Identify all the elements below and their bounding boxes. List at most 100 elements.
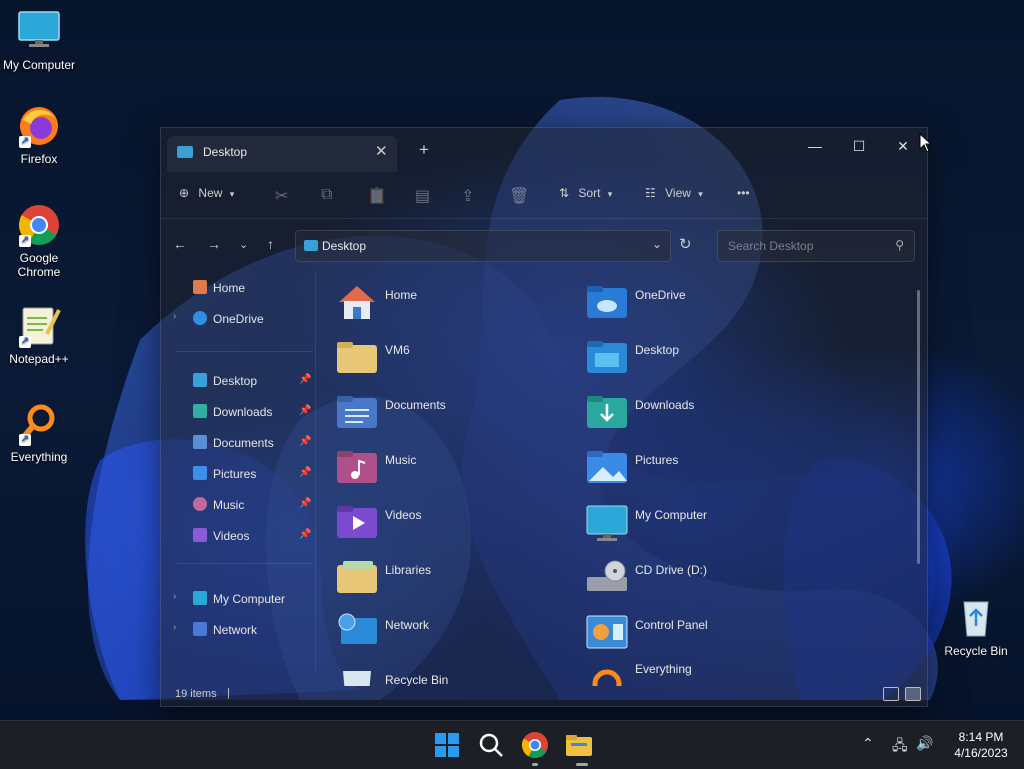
forward-button[interactable]: → xyxy=(207,236,221,252)
running-indicator xyxy=(576,763,588,766)
clock[interactable]: 8:14 PM 4/16/2023 xyxy=(946,729,1016,761)
nav-item-label: Documents xyxy=(213,436,274,450)
new-tab-button[interactable]: + xyxy=(419,140,429,160)
nav-item-network[interactable]: › Network xyxy=(161,617,315,643)
list-item[interactable]: Everything xyxy=(579,656,819,686)
copy-icon[interactable]: ⧉ xyxy=(321,186,337,203)
details-view-button[interactable] xyxy=(883,687,899,701)
desktop-icon-recycle-bin[interactable]: Recycle Bin xyxy=(940,596,1012,658)
vertical-scrollbar[interactable] xyxy=(917,290,920,564)
list-item[interactable]: Home xyxy=(329,276,569,330)
chevron-right-icon[interactable]: › xyxy=(173,311,176,322)
shortcut-arrow-icon: ↗ xyxy=(19,136,31,148)
list-item[interactable]: Network xyxy=(329,606,569,660)
nav-item-my-computer[interactable]: › My Computer xyxy=(161,586,315,612)
refresh-button[interactable]: ↻ xyxy=(679,235,692,253)
list-item[interactable]: Pictures xyxy=(579,441,819,495)
minimize-button[interactable]: — xyxy=(793,132,837,160)
list-item[interactable]: Music xyxy=(329,441,569,495)
maximize-button[interactable]: ☐ xyxy=(837,132,881,160)
taskbar: ⌃ 🖧 🔊 8:14 PM 4/16/2023 xyxy=(0,720,1024,769)
new-button[interactable]: ⊕ New ▾ xyxy=(179,186,234,200)
rename-icon[interactable]: ▤ xyxy=(415,186,431,205)
volume-icon[interactable]: 🔊 xyxy=(916,735,933,752)
nav-item-label: Music xyxy=(213,498,245,512)
nav-item-desktop[interactable]: Desktop 📌 xyxy=(161,368,315,394)
back-button[interactable]: ← xyxy=(173,236,187,252)
see-more-button[interactable]: ••• xyxy=(737,186,750,200)
pictures-icon xyxy=(193,466,207,480)
chevron-down-icon[interactable]: ⌄ xyxy=(652,237,662,251)
chevron-down-icon: ▾ xyxy=(229,189,235,199)
start-icon[interactable] xyxy=(433,731,461,759)
cut-icon[interactable]: ✂ xyxy=(275,186,291,205)
view-button[interactable]: ☷ View ▾ xyxy=(645,186,703,200)
item-label: OneDrive xyxy=(635,288,686,302)
nav-item-pictures[interactable]: Pictures 📌 xyxy=(161,461,315,487)
everything-icon xyxy=(585,660,629,686)
item-label: Home xyxy=(385,288,418,302)
nav-item-downloads[interactable]: Downloads 📌 xyxy=(161,399,315,425)
delete-icon[interactable]: 🗑 xyxy=(509,186,529,205)
chrome-icon[interactable] xyxy=(521,731,549,759)
desktop-icon-google-chrome[interactable]: ↗ Google Chrome xyxy=(0,203,78,279)
share-icon[interactable]: ⇪ xyxy=(461,186,477,205)
chevron-up-icon[interactable]: ⌃ xyxy=(862,735,874,752)
item-label: Music xyxy=(385,453,417,467)
list-item[interactable]: Libraries xyxy=(329,551,569,605)
chevron-right-icon[interactable]: › xyxy=(173,591,176,602)
new-button-label: New xyxy=(198,186,223,200)
desktop-icon-everything[interactable]: ↗ Everything xyxy=(0,402,78,464)
desktop-icon-label: Everything xyxy=(10,450,68,464)
pin-icon: 📌 xyxy=(299,467,312,478)
list-item[interactable]: Recycle Bin xyxy=(329,661,569,686)
pin-icon: 📌 xyxy=(299,405,312,416)
nav-item-documents[interactable]: Documents 📌 xyxy=(161,430,315,456)
cloud-icon xyxy=(193,311,207,325)
list-item[interactable]: Documents xyxy=(329,386,569,440)
nav-item-onedrive[interactable]: › OneDrive xyxy=(161,306,315,332)
nav-item-home[interactable]: Home xyxy=(161,275,315,301)
nav-item-label: OneDrive xyxy=(213,312,264,326)
nav-item-label: Downloads xyxy=(213,405,273,419)
nav-item-music[interactable]: Music 📌 xyxy=(161,492,315,518)
close-tab-button[interactable]: ✕ xyxy=(375,142,388,160)
list-item[interactable]: VM6 xyxy=(329,331,569,385)
network-status-icon[interactable]: 🖧 xyxy=(892,735,908,759)
monitor-icon xyxy=(17,10,61,54)
recycle-bin-icon xyxy=(335,665,379,686)
pin-icon: 📌 xyxy=(299,374,312,385)
search-input[interactable]: Search Desktop ⚲ xyxy=(717,230,915,262)
address-bar[interactable]: Desktop ⌄ xyxy=(295,230,671,262)
list-item[interactable]: Videos xyxy=(329,496,569,550)
list-item[interactable]: My Computer xyxy=(579,496,819,550)
file-list: Home OneDrive VM6 Desktop Documents Down… xyxy=(329,276,909,686)
list-item[interactable]: Desktop xyxy=(579,331,819,385)
up-button[interactable]: ↑ xyxy=(267,236,274,252)
shortcut-arrow-icon: ↗ xyxy=(19,235,31,247)
chevron-down-icon: ▾ xyxy=(698,189,703,199)
file-explorer-icon[interactable] xyxy=(565,731,593,759)
nav-item-videos[interactable]: Videos 📌 xyxy=(161,523,315,549)
view-button-label: View xyxy=(665,186,691,200)
address-path: Desktop xyxy=(322,239,367,253)
sort-button[interactable]: ⇅ Sort ▾ xyxy=(559,186,612,200)
large-icons-view-button[interactable] xyxy=(905,687,921,701)
recent-locations-button[interactable]: ⌄ xyxy=(239,238,248,251)
desktop-icon-label: My Computer xyxy=(2,58,76,72)
nav-item-label: Home xyxy=(213,281,246,295)
tab-desktop[interactable]: Desktop ✕ xyxy=(167,136,397,172)
list-item[interactable]: Downloads xyxy=(579,386,819,440)
sort-icon: ⇅ xyxy=(559,186,570,200)
chevron-right-icon[interactable]: › xyxy=(173,622,176,633)
paste-icon[interactable]: 📋 xyxy=(367,186,387,205)
list-item[interactable]: CD Drive (D:) xyxy=(579,551,819,605)
search-icon[interactable] xyxy=(477,731,505,759)
list-item[interactable]: Control Panel xyxy=(579,606,819,660)
desktop-icon-firefox[interactable]: ↗ Firefox xyxy=(0,104,78,166)
desktop-icon-label: Notepad++ xyxy=(9,352,69,366)
list-item[interactable]: OneDrive xyxy=(579,276,819,330)
desktop-icon-notepadpp[interactable]: ↗ Notepad++ xyxy=(0,304,78,366)
desktop-icon-my-computer[interactable]: My Computer xyxy=(0,10,78,72)
clock-date: 4/16/2023 xyxy=(954,746,1008,760)
